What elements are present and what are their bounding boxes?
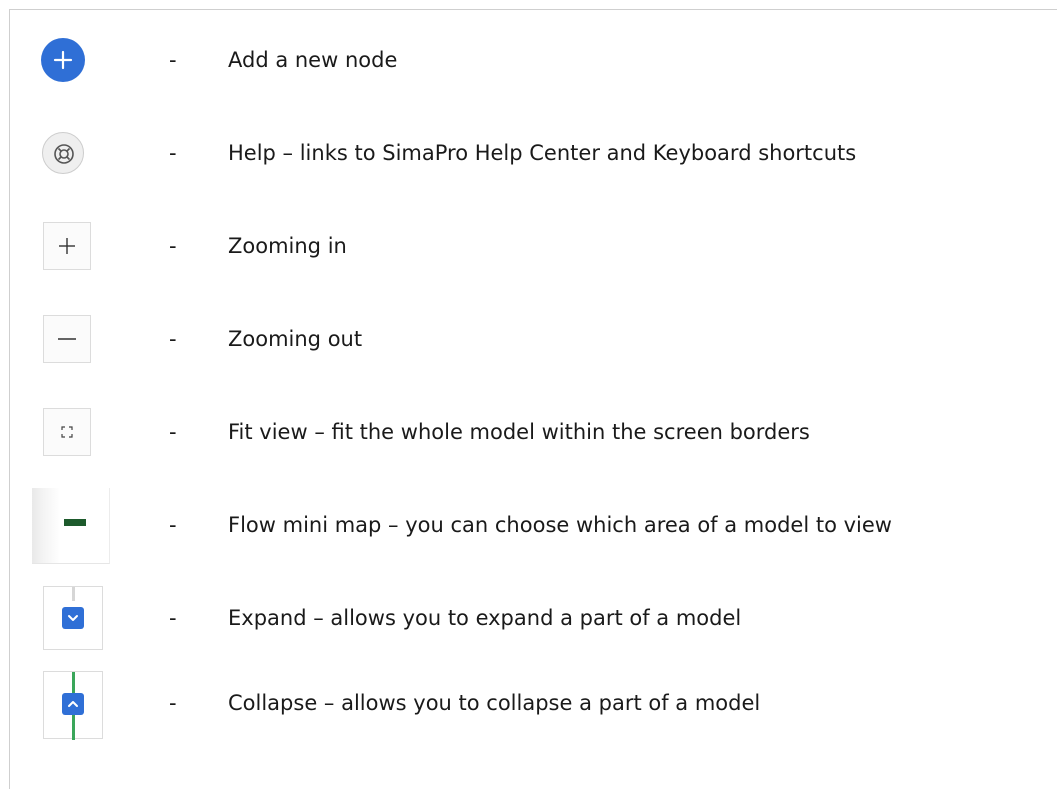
separator-dash: - — [169, 141, 177, 165]
legend-label: Collapse – allows you to collapse a part… — [228, 691, 761, 715]
legend-label: Help – links to SimaPro Help Center and … — [228, 141, 857, 165]
collapse-button[interactable] — [62, 693, 84, 715]
separator-dash: - — [169, 327, 177, 351]
help-button[interactable] — [42, 132, 84, 174]
separator-dash: - — [169, 48, 177, 72]
mini-map-icon — [64, 519, 86, 526]
legend-label: Expand – allows you to expand a part of … — [228, 606, 742, 630]
plus-icon — [59, 238, 75, 254]
separator-dash: - — [169, 420, 177, 444]
chevron-down-icon — [68, 615, 78, 621]
add-node-icon — [53, 50, 73, 70]
zoom-out-button[interactable] — [43, 315, 91, 363]
legend-row-fit-view: - Fit view – fit the whole model within … — [0, 402, 1057, 462]
legend-row-expand: - Expand – allows you to expand a part o… — [0, 586, 1057, 650]
connector-line — [72, 587, 75, 601]
chevron-up-icon — [68, 701, 78, 707]
minus-icon — [58, 338, 76, 340]
add-node-button[interactable] — [41, 38, 85, 82]
legend-label: Zooming out — [228, 327, 363, 351]
legend-label: Fit view – fit the whole model within th… — [228, 420, 810, 444]
legend-row-mini-map: - Flow mini map – you can choose which a… — [0, 488, 1057, 564]
expand-button[interactable] — [62, 607, 84, 629]
legend-label: Flow mini map – you can choose which are… — [228, 513, 892, 537]
collapse-control — [43, 671, 103, 740]
separator-dash: - — [169, 513, 177, 537]
separator-dash: - — [169, 606, 177, 630]
separator-dash: - — [169, 691, 177, 715]
legend-label: Zooming in — [228, 234, 347, 258]
help-lifebuoy-icon — [54, 144, 74, 164]
legend-row-collapse: - Collapse – allows you to collapse a pa… — [0, 671, 1057, 740]
separator-dash: - — [169, 234, 177, 258]
legend-row-help: - Help – links to SimaPro Help Center an… — [0, 123, 1057, 183]
zoom-in-button[interactable] — [43, 222, 91, 270]
flow-mini-map[interactable] — [32, 488, 110, 564]
legend-label: Add a new node — [228, 48, 398, 72]
fit-view-icon — [61, 426, 73, 438]
fit-view-button[interactable] — [43, 408, 91, 456]
expand-control — [43, 586, 103, 650]
legend-row-zoom-in: - Zooming in — [0, 216, 1057, 276]
legend-row-add-node: - Add a new node — [0, 30, 1057, 90]
legend-row-zoom-out: - Zooming out — [0, 309, 1057, 369]
